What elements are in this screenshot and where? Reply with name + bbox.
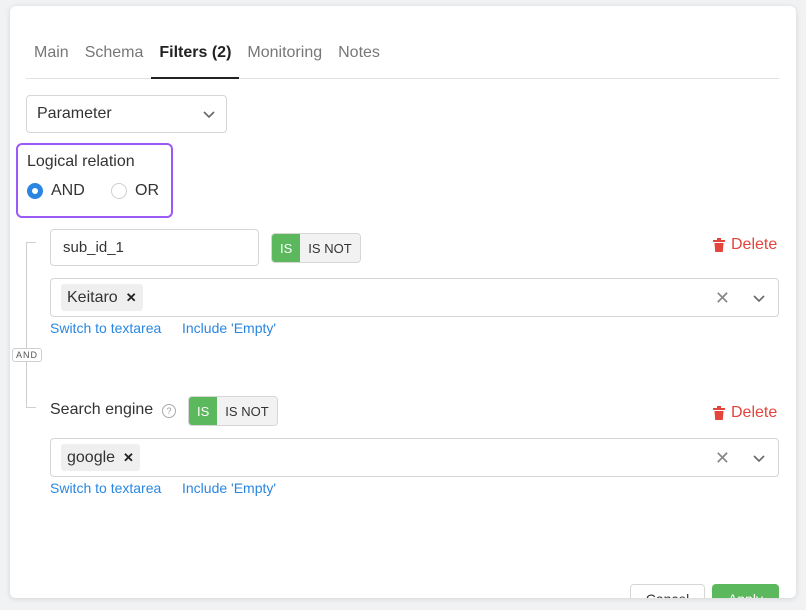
filter2-switch-textarea-link[interactable]: Switch to textarea xyxy=(50,480,161,496)
tag-remove-icon[interactable]: ✕ xyxy=(126,290,137,306)
tab-schema[interactable]: Schema xyxy=(77,32,152,78)
filter2-field-label: Search engine xyxy=(50,401,154,418)
clear-icon[interactable]: ✕ xyxy=(715,448,730,469)
tab-filters[interactable]: Filters (2) xyxy=(151,32,240,79)
filter2-value-select[interactable]: google ✕ ✕ xyxy=(50,438,779,477)
filter1-tag: Keitaro ✕ xyxy=(61,284,143,311)
filter2-delete-button[interactable]: Delete xyxy=(713,404,777,422)
radio-and-label: AND xyxy=(51,182,85,199)
apply-button[interactable]: Apply xyxy=(712,584,779,598)
radio-and[interactable]: AND xyxy=(27,182,85,200)
help-icon[interactable]: ? xyxy=(162,404,176,418)
radio-unchecked-icon xyxy=(111,183,127,199)
filter1-field-input[interactable]: sub_id_1 xyxy=(50,229,259,266)
filter1-delete-button[interactable]: Delete xyxy=(713,236,777,254)
radio-checked-icon xyxy=(27,183,43,199)
filter2-is-button[interactable]: IS xyxy=(189,397,218,425)
filter1-is-toggle: IS IS NOT xyxy=(271,233,361,263)
radio-or[interactable]: OR xyxy=(111,182,159,200)
filter2-delete-label: Delete xyxy=(731,404,778,421)
clear-icon[interactable]: ✕ xyxy=(715,288,730,309)
chevron-down-icon xyxy=(203,111,215,119)
filter2-include-empty-link[interactable]: Include 'Empty' xyxy=(182,480,276,496)
filter1-is-button[interactable]: IS xyxy=(272,234,301,262)
and-badge: AND xyxy=(12,348,43,362)
group-bracket xyxy=(26,242,36,408)
chevron-down-icon[interactable] xyxy=(752,451,766,465)
tab-main[interactable]: Main xyxy=(26,32,77,78)
filters-panel: Main Schema Filters (2) Monitoring Notes… xyxy=(10,6,796,598)
trash-icon xyxy=(713,406,725,420)
filter1-is-not-button[interactable]: IS NOT xyxy=(300,234,360,262)
filter1-delete-label: Delete xyxy=(731,236,778,253)
chevron-down-icon[interactable] xyxy=(752,291,766,305)
filter2-tag: google ✕ xyxy=(61,444,140,471)
radio-or-label: OR xyxy=(135,182,159,199)
trash-icon xyxy=(713,238,725,252)
cancel-button[interactable]: Cancel xyxy=(630,584,705,598)
filter2-is-not-button[interactable]: IS NOT xyxy=(217,397,277,425)
logical-relation-box: Logical relation AND OR xyxy=(16,143,173,218)
filter1-switch-textarea-link[interactable]: Switch to textarea xyxy=(50,320,161,336)
filter2-tag-label: google xyxy=(67,448,116,466)
filter2-is-toggle: IS IS NOT xyxy=(188,396,278,426)
filter1-include-empty-link[interactable]: Include 'Empty' xyxy=(182,320,276,336)
filter1-value-select[interactable]: Keitaro ✕ ✕ xyxy=(50,278,779,317)
parameter-select-value: Parameter xyxy=(37,105,112,122)
tab-monitoring[interactable]: Monitoring xyxy=(239,32,330,78)
parameter-select[interactable]: Parameter xyxy=(26,95,227,133)
tag-remove-icon[interactable]: ✕ xyxy=(123,450,134,466)
tab-bar: Main Schema Filters (2) Monitoring Notes xyxy=(26,32,779,79)
tab-notes[interactable]: Notes xyxy=(330,32,388,78)
filter1-tag-label: Keitaro xyxy=(67,288,118,306)
logical-relation-title: Logical relation xyxy=(27,153,135,170)
